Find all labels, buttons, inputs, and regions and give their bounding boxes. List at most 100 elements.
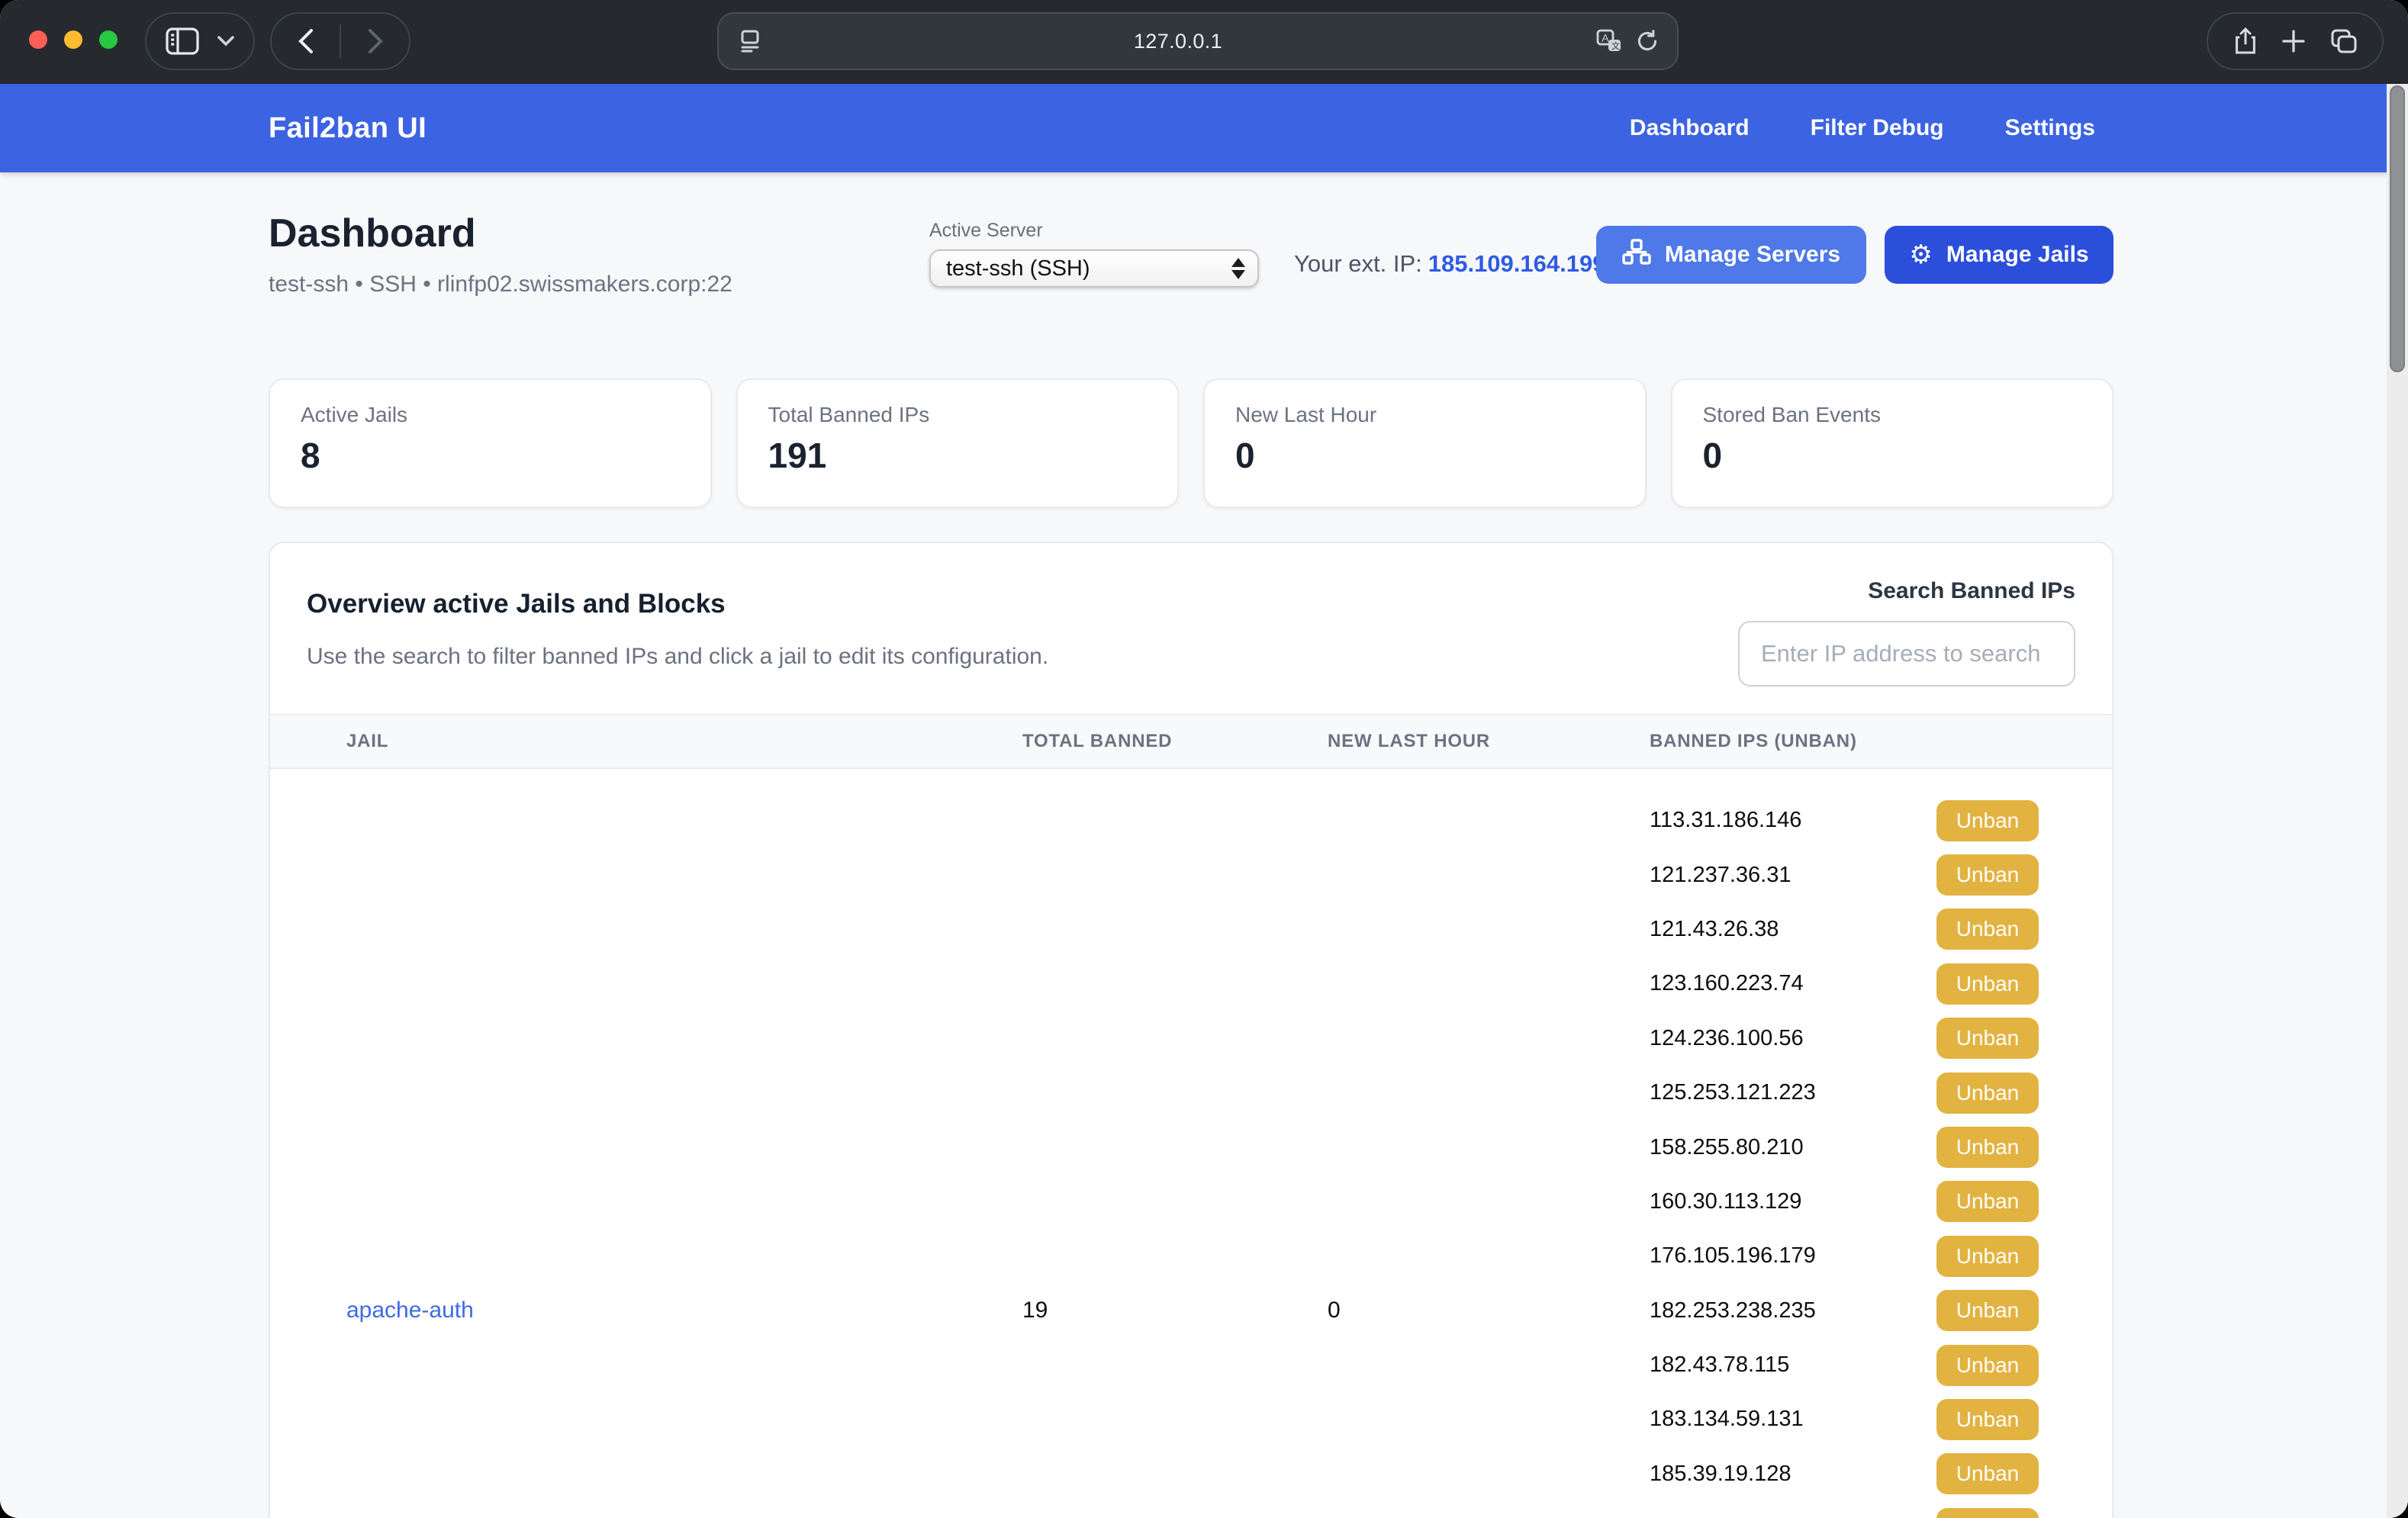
unban-button[interactable]: Unban xyxy=(1936,1453,2039,1494)
nav-link-settings[interactable]: Settings xyxy=(2005,115,2095,141)
manage-servers-button[interactable]: Manage Servers xyxy=(1596,226,1866,284)
reader-icon[interactable] xyxy=(740,30,760,53)
stat-card-new-last-hour: New Last Hour 0 xyxy=(1203,378,1647,508)
banned-ip-row: 176.105.196.179 Unban xyxy=(1650,1229,2039,1283)
manage-jails-button[interactable]: ⚙ Manage Jails xyxy=(1885,226,2113,284)
active-server-value: test-ssh (SSH) xyxy=(946,256,1231,281)
page-title: Dashboard xyxy=(269,211,476,256)
forward-icon[interactable] xyxy=(368,28,383,54)
banned-ip-address: 185.39.19.128 xyxy=(1650,1462,1936,1487)
nav-links: Dashboard Filter Debug Settings xyxy=(1630,115,2113,141)
back-icon[interactable] xyxy=(298,28,314,54)
unban-button[interactable]: Unban xyxy=(1936,1127,2039,1168)
unban-button[interactable]: Unban xyxy=(1936,1018,2039,1059)
tabs-icon[interactable] xyxy=(2331,29,2357,53)
overview-title: Overview active Jails and Blocks xyxy=(307,589,726,619)
app-navbar: Fail2ban UI Dashboard Filter Debug Setti… xyxy=(0,84,2408,172)
active-server-group: Active Server test-ssh (SSH) xyxy=(929,220,1259,288)
manage-servers-label: Manage Servers xyxy=(1665,242,1840,268)
stat-value: 0 xyxy=(1703,435,2082,476)
search-banned-ips-input[interactable] xyxy=(1738,621,2075,687)
banned-ip-row: 160.30.113.129 Unban xyxy=(1650,1175,2039,1229)
banned-ip-row: 123.160.223.74 Unban xyxy=(1650,957,2039,1011)
banned-ip-row: 158.255.80.210 Unban xyxy=(1650,1120,2039,1174)
column-header-jail: JAIL xyxy=(270,731,1022,752)
unban-button[interactable]: Unban xyxy=(1936,854,2039,896)
scrollbar-thumb[interactable] xyxy=(2390,85,2405,372)
column-header-new-last-hour: NEW LAST HOUR xyxy=(1328,731,1650,752)
page-subtitle: test-ssh • SSH • rlinfp02.swissmakers.co… xyxy=(269,272,732,297)
svg-text:文: 文 xyxy=(1611,40,1620,51)
traffic-lights xyxy=(29,31,118,49)
share-icon[interactable] xyxy=(2234,27,2257,55)
banned-ip-row: 220.181.51.116 Unban xyxy=(1650,1501,2039,1518)
zoom-window-icon[interactable] xyxy=(99,31,118,49)
scrollbar-track[interactable] xyxy=(2387,84,2408,1518)
unban-button[interactable]: Unban xyxy=(1936,800,2039,841)
page-header: Dashboard test-ssh • SSH • rlinfp02.swis… xyxy=(269,217,2113,333)
app-brand[interactable]: Fail2ban UI xyxy=(269,112,427,145)
svg-text:A: A xyxy=(1602,31,1609,43)
table-header-row: JAIL TOTAL BANNED NEW LAST HOUR BANNED I… xyxy=(270,714,2112,769)
banned-ip-address: 176.105.196.179 xyxy=(1650,1243,1936,1269)
banned-ip-row: 182.253.238.235 Unban xyxy=(1650,1284,2039,1338)
sitemap-icon xyxy=(1622,239,1651,271)
unban-button[interactable]: Unban xyxy=(1936,909,2039,950)
banned-ip-row: 183.134.59.131 Unban xyxy=(1650,1392,2039,1446)
browser-window: 127.0.0.1 A 文 xyxy=(0,0,2408,1518)
banned-ip-address: 160.30.113.129 xyxy=(1650,1189,1936,1214)
chevron-down-icon xyxy=(217,36,234,47)
unban-button[interactable]: Unban xyxy=(1936,1073,2039,1114)
banned-ip-address: 121.43.26.38 xyxy=(1650,917,1936,942)
banned-ip-row: 121.237.36.31 Unban xyxy=(1650,847,2039,902)
jail-cell: apache-auth xyxy=(270,769,1022,1518)
banned-ip-address: 121.237.36.31 xyxy=(1650,863,1936,888)
jail-link[interactable]: apache-auth xyxy=(346,1298,474,1323)
divider xyxy=(340,24,341,58)
sidebar-icon xyxy=(166,27,199,55)
minimize-window-icon[interactable] xyxy=(64,31,82,49)
overview-subtitle: Use the search to filter banned IPs and … xyxy=(307,644,1048,670)
banned-ip-row: 124.236.100.56 Unban xyxy=(1650,1011,2039,1066)
active-server-select[interactable]: test-ssh (SSH) xyxy=(929,249,1259,288)
overview-card-header: Overview active Jails and Blocks Use the… xyxy=(270,543,2112,714)
unban-button[interactable]: Unban xyxy=(1936,1399,2039,1440)
external-ip-value[interactable]: 185.109.164.199 xyxy=(1428,250,1606,277)
banned-ip-row: 113.31.186.146 Unban xyxy=(1650,793,2039,847)
sidebar-toggle-button[interactable] xyxy=(145,12,255,70)
toolbar-actions xyxy=(2207,12,2384,70)
close-window-icon[interactable] xyxy=(29,31,47,49)
unban-button[interactable]: Unban xyxy=(1936,1508,2039,1518)
stat-value: 191 xyxy=(768,435,1148,476)
history-nav xyxy=(270,12,410,70)
unban-button[interactable]: Unban xyxy=(1936,1236,2039,1277)
select-stepper-icon xyxy=(1231,258,1248,279)
unban-button[interactable]: Unban xyxy=(1936,1290,2039,1331)
banned-ip-address: 182.253.238.235 xyxy=(1650,1298,1936,1323)
new-tab-icon[interactable] xyxy=(2282,30,2305,53)
banned-ip-row: 121.43.26.38 Unban xyxy=(1650,902,2039,957)
manage-jails-label: Manage Jails xyxy=(1946,242,2089,268)
url-text[interactable]: 127.0.0.1 xyxy=(760,30,1596,53)
address-bar[interactable]: 127.0.0.1 A 文 xyxy=(717,12,1679,70)
unban-button[interactable]: Unban xyxy=(1936,1181,2039,1222)
stat-card-active-jails: Active Jails 8 xyxy=(269,378,712,508)
reload-icon[interactable] xyxy=(1636,30,1659,53)
translate-icon[interactable]: A 文 xyxy=(1596,29,1622,53)
overview-card: Overview active Jails and Blocks Use the… xyxy=(269,542,2113,1518)
nav-link-filter-debug[interactable]: Filter Debug xyxy=(1811,115,1944,141)
stat-label: New Last Hour xyxy=(1235,403,1614,427)
nav-link-dashboard[interactable]: Dashboard xyxy=(1630,115,1750,141)
banned-ip-address: 183.134.59.131 xyxy=(1650,1407,1936,1432)
total-banned-cell: 19 xyxy=(1022,769,1328,1518)
stat-cards: Active Jails 8 Total Banned IPs 191 New … xyxy=(269,378,2113,508)
banned-ips-cell: 113.31.186.146 Unban 121.237.36.31 Unban… xyxy=(1650,769,2112,1518)
stat-value: 8 xyxy=(301,435,680,476)
new-last-hour-cell: 0 xyxy=(1328,769,1650,1518)
column-header-total-banned: TOTAL BANNED xyxy=(1022,731,1328,752)
stat-label: Stored Ban Events xyxy=(1703,403,2082,427)
banned-ip-address: 124.236.100.56 xyxy=(1650,1026,1936,1051)
unban-button[interactable]: Unban xyxy=(1936,1345,2039,1386)
unban-button[interactable]: Unban xyxy=(1936,963,2039,1005)
banned-ip-address: 182.43.78.115 xyxy=(1650,1352,1936,1378)
